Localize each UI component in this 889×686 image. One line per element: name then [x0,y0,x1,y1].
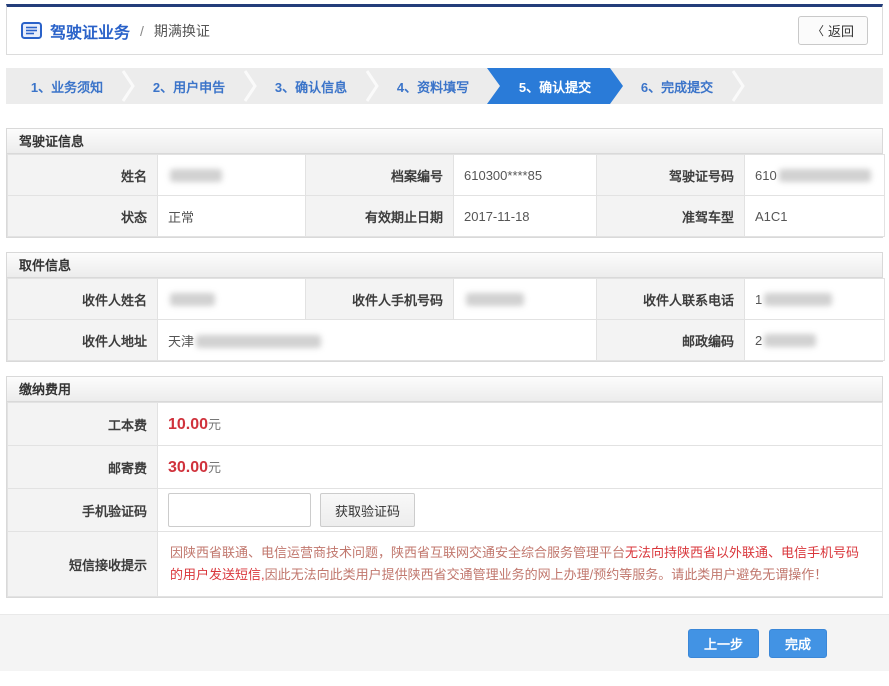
table-row: 状态正常 有效期止日期 2017-11-18 准驾车型 A1C1 [8,196,885,237]
redacted-value [779,169,871,182]
value-text: 1 [755,292,762,307]
value-text: 30.00 [168,459,208,476]
field-label: 工本费 [8,403,158,446]
previous-step-button[interactable]: 上一步 [688,629,759,658]
field-label: 短信接收提示 [8,532,158,597]
footer-action-bar: 上一步 完成 [0,614,889,671]
field-value: 1 [745,279,885,320]
redacted-value [170,169,222,182]
field-value: 获取验证码 [158,489,883,532]
section-缴纳费用: 缴纳费用工本费10.00元邮寄费30.00元手机验证码获取验证码短信接收提示因陕… [6,376,883,598]
field-label: 收件人联系电话 [597,279,745,320]
table-row: 收件人地址天津 邮政编码 2 [8,320,885,361]
field-value: 10.00元 [158,403,883,446]
value-text: 因此无法向此类用户提供陕西省交通管理业务的网上办理/预约等服务。请此类用户避免无… [265,567,828,582]
redacted-value [764,334,816,347]
field-value [158,279,306,320]
section-title: 驾驶证信息 [7,129,882,154]
field-label: 驾驶证号码 [597,155,745,196]
redacted-value [764,293,832,306]
field-label: 收件人手机号码 [306,279,454,320]
section-title: 缴纳费用 [7,377,882,402]
section-取件信息: 取件信息收件人姓名 收件人手机号码 收件人联系电话 1 收件人地址天津 邮政编码 2 [6,252,883,362]
field-label: 姓名 [8,155,158,196]
step-tab-4[interactable]: 4、资料填写 [372,68,494,104]
value-text: 正常 [168,210,194,225]
sms-code-input[interactable] [168,493,311,527]
step-tab-3[interactable]: 3、确认信息 [250,68,372,104]
breadcrumb-divider: / [140,23,144,39]
value-text: 元 [208,417,221,432]
redacted-value [170,293,215,306]
section-title: 取件信息 [7,253,882,278]
value-text: 2 [755,333,762,348]
page-title: 驾驶证业务 [50,19,130,43]
step-tabbar: 1、业务须知2、用户申告3、确认信息4、资料填写5、确认提交6、完成提交 [6,68,883,104]
step-separator-icon [730,68,746,104]
field-label: 收件人地址 [8,320,158,361]
field-label: 状态 [8,196,158,237]
step-tab-6[interactable]: 6、完成提交 [616,68,738,104]
field-value: 30.00元 [158,446,883,489]
step-tab-2[interactable]: 2、用户申告 [128,68,250,104]
redacted-value [196,335,321,348]
value-text: 610300****85 [464,168,542,183]
field-value [454,279,597,320]
breadcrumb: 驾驶证业务 / 期满换证 [21,19,210,43]
step-tab-5[interactable]: 5、确认提交 [487,68,623,104]
value-text: 2017-11-18 [464,209,530,224]
field-label: 邮寄费 [8,446,158,489]
value-text: 元 [208,460,221,475]
field-value: 2 [745,320,885,361]
table-row: 短信接收提示因陕西省联通、电信运营商技术问题，陕西省互联网交通安全综合服务管理平… [8,532,883,597]
value-text: 610 [755,168,777,183]
chevron-left-icon: 〈 [812,22,824,39]
field-value: 天津 [158,320,597,361]
field-label: 收件人姓名 [8,279,158,320]
page-subtitle: 期满换证 [154,21,210,41]
field-value: 因陕西省联通、电信运营商技术问题，陕西省互联网交通安全综合服务管理平台无法向持陕… [158,532,883,597]
value-text: A1C1 [755,209,788,224]
back-button[interactable]: 〈 返回 [798,16,868,45]
field-value: 正常 [158,196,306,237]
section-驾驶证信息: 驾驶证信息姓名 档案编号 610300****85 驾驶证号码 610 状态正常 有效期止日… [6,128,883,238]
field-value: 610 [745,155,885,196]
finish-button[interactable]: 完成 [769,629,827,658]
field-label: 邮政编码 [597,320,745,361]
field-value [158,155,306,196]
field-value: 2017-11-18 [454,196,597,237]
field-value: 610300****85 [454,155,597,196]
field-label: 档案编号 [306,155,454,196]
value-text: 因陕西省联通、电信运营商技术问题，陕西省互联网交通安全综合服务管理平台 [170,545,625,560]
field-label: 手机验证码 [8,489,158,532]
redacted-value [466,293,524,306]
field-label: 有效期止日期 [306,196,454,237]
back-button-label: 返回 [828,21,854,40]
content-sections: 驾驶证信息姓名 档案编号 610300****85 驾驶证号码 610 状态正常 有效期止日… [0,128,889,598]
value-text: 天津 [168,334,194,349]
get-code-button[interactable]: 获取验证码 [320,493,415,527]
field-value: A1C1 [745,196,885,237]
table-row: 手机验证码 获取验证码 [8,489,883,532]
value-text: 10.00 [168,416,208,433]
step-tab-1[interactable]: 1、业务须知 [6,68,128,104]
field-label: 准驾车型 [597,196,745,237]
table-row: 姓名 档案编号 610300****85 驾驶证号码 610 [8,155,885,196]
table-row: 工本费10.00元 [8,403,883,446]
list-icon [21,22,42,39]
table-row: 收件人姓名 收件人手机号码 收件人联系电话 1 [8,279,885,320]
page-header: 驾驶证业务 / 期满换证 〈 返回 [6,4,883,55]
table-row: 邮寄费30.00元 [8,446,883,489]
